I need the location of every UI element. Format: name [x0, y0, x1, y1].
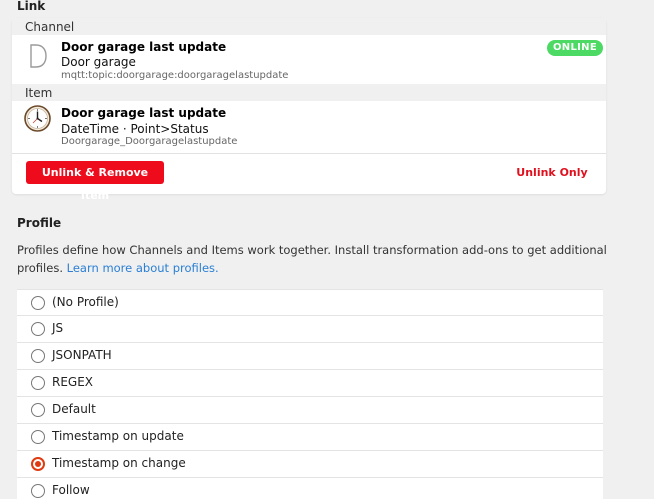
- profile-option-timestamp-on-update[interactable]: Timestamp on update: [17, 424, 603, 451]
- link-section-title: Link: [17, 0, 46, 13]
- profile-option-jsonpath[interactable]: JSONPATH: [17, 343, 603, 370]
- item-subtitle: DateTime · Point>Status: [61, 122, 209, 136]
- profile-option-js[interactable]: JS: [17, 316, 603, 343]
- radio-button[interactable]: [31, 403, 45, 417]
- status-badge: ONLINE: [547, 40, 603, 56]
- radio-label: Timestamp on change: [52, 456, 186, 470]
- radio-label: JSONPATH: [52, 348, 112, 362]
- learn-more-profiles-link[interactable]: Learn more about profiles.: [67, 261, 219, 275]
- item-name: Doorgarage_Doorgaragelastupdate: [61, 136, 238, 147]
- radio-label: REGEX: [52, 375, 94, 389]
- radio-button[interactable]: [31, 430, 45, 444]
- radio-button[interactable]: [31, 376, 45, 390]
- link-card: Channel Door garage last update Door gar…: [12, 18, 606, 202]
- item-group-label: Item: [25, 86, 53, 100]
- profile-option-no-profile[interactable]: (No Profile): [17, 289, 603, 316]
- channel-title[interactable]: Door garage last update: [61, 40, 226, 54]
- channel-uid: mqtt:topic:doorgarage:doorgaragelastupda…: [61, 70, 289, 81]
- radio-label: Follow: [52, 483, 90, 497]
- radio-button[interactable]: [31, 296, 45, 310]
- profile-option-follow[interactable]: Follow: [17, 478, 603, 499]
- item-title[interactable]: Door garage last update: [61, 106, 226, 120]
- profile-option-timestamp-on-change[interactable]: Timestamp on change: [17, 451, 603, 478]
- channel-letter-d-icon: [30, 44, 47, 68]
- profile-radio-list: (No Profile) JS JSONPATH REGEX Default T…: [17, 289, 603, 499]
- radio-label: (No Profile): [52, 295, 119, 309]
- profile-option-regex[interactable]: REGEX: [17, 370, 603, 397]
- radio-button-checked[interactable]: [31, 457, 45, 471]
- channel-group-header: [12, 18, 606, 35]
- radio-label: Default: [52, 402, 96, 416]
- profile-option-default[interactable]: Default: [17, 397, 603, 424]
- radio-button[interactable]: [31, 349, 45, 363]
- clock-icon: [24, 105, 51, 132]
- channel-group-label: Channel: [25, 20, 75, 34]
- channel-subtitle: Door garage: [61, 55, 136, 69]
- radio-label: JS: [52, 321, 64, 335]
- unlink-only-button[interactable]: Unlink Only: [512, 161, 592, 184]
- unlink-remove-item-button[interactable]: Unlink & Remove Item: [26, 161, 164, 202]
- profile-description: Profiles define how Channels and Items w…: [17, 241, 617, 277]
- radio-button[interactable]: [31, 484, 45, 498]
- profile-section-title: Profile: [17, 216, 62, 230]
- radio-label: Timestamp on update: [52, 429, 184, 443]
- item-group-header: [12, 84, 606, 101]
- radio-button[interactable]: [31, 322, 45, 336]
- actions-divider: [12, 153, 606, 154]
